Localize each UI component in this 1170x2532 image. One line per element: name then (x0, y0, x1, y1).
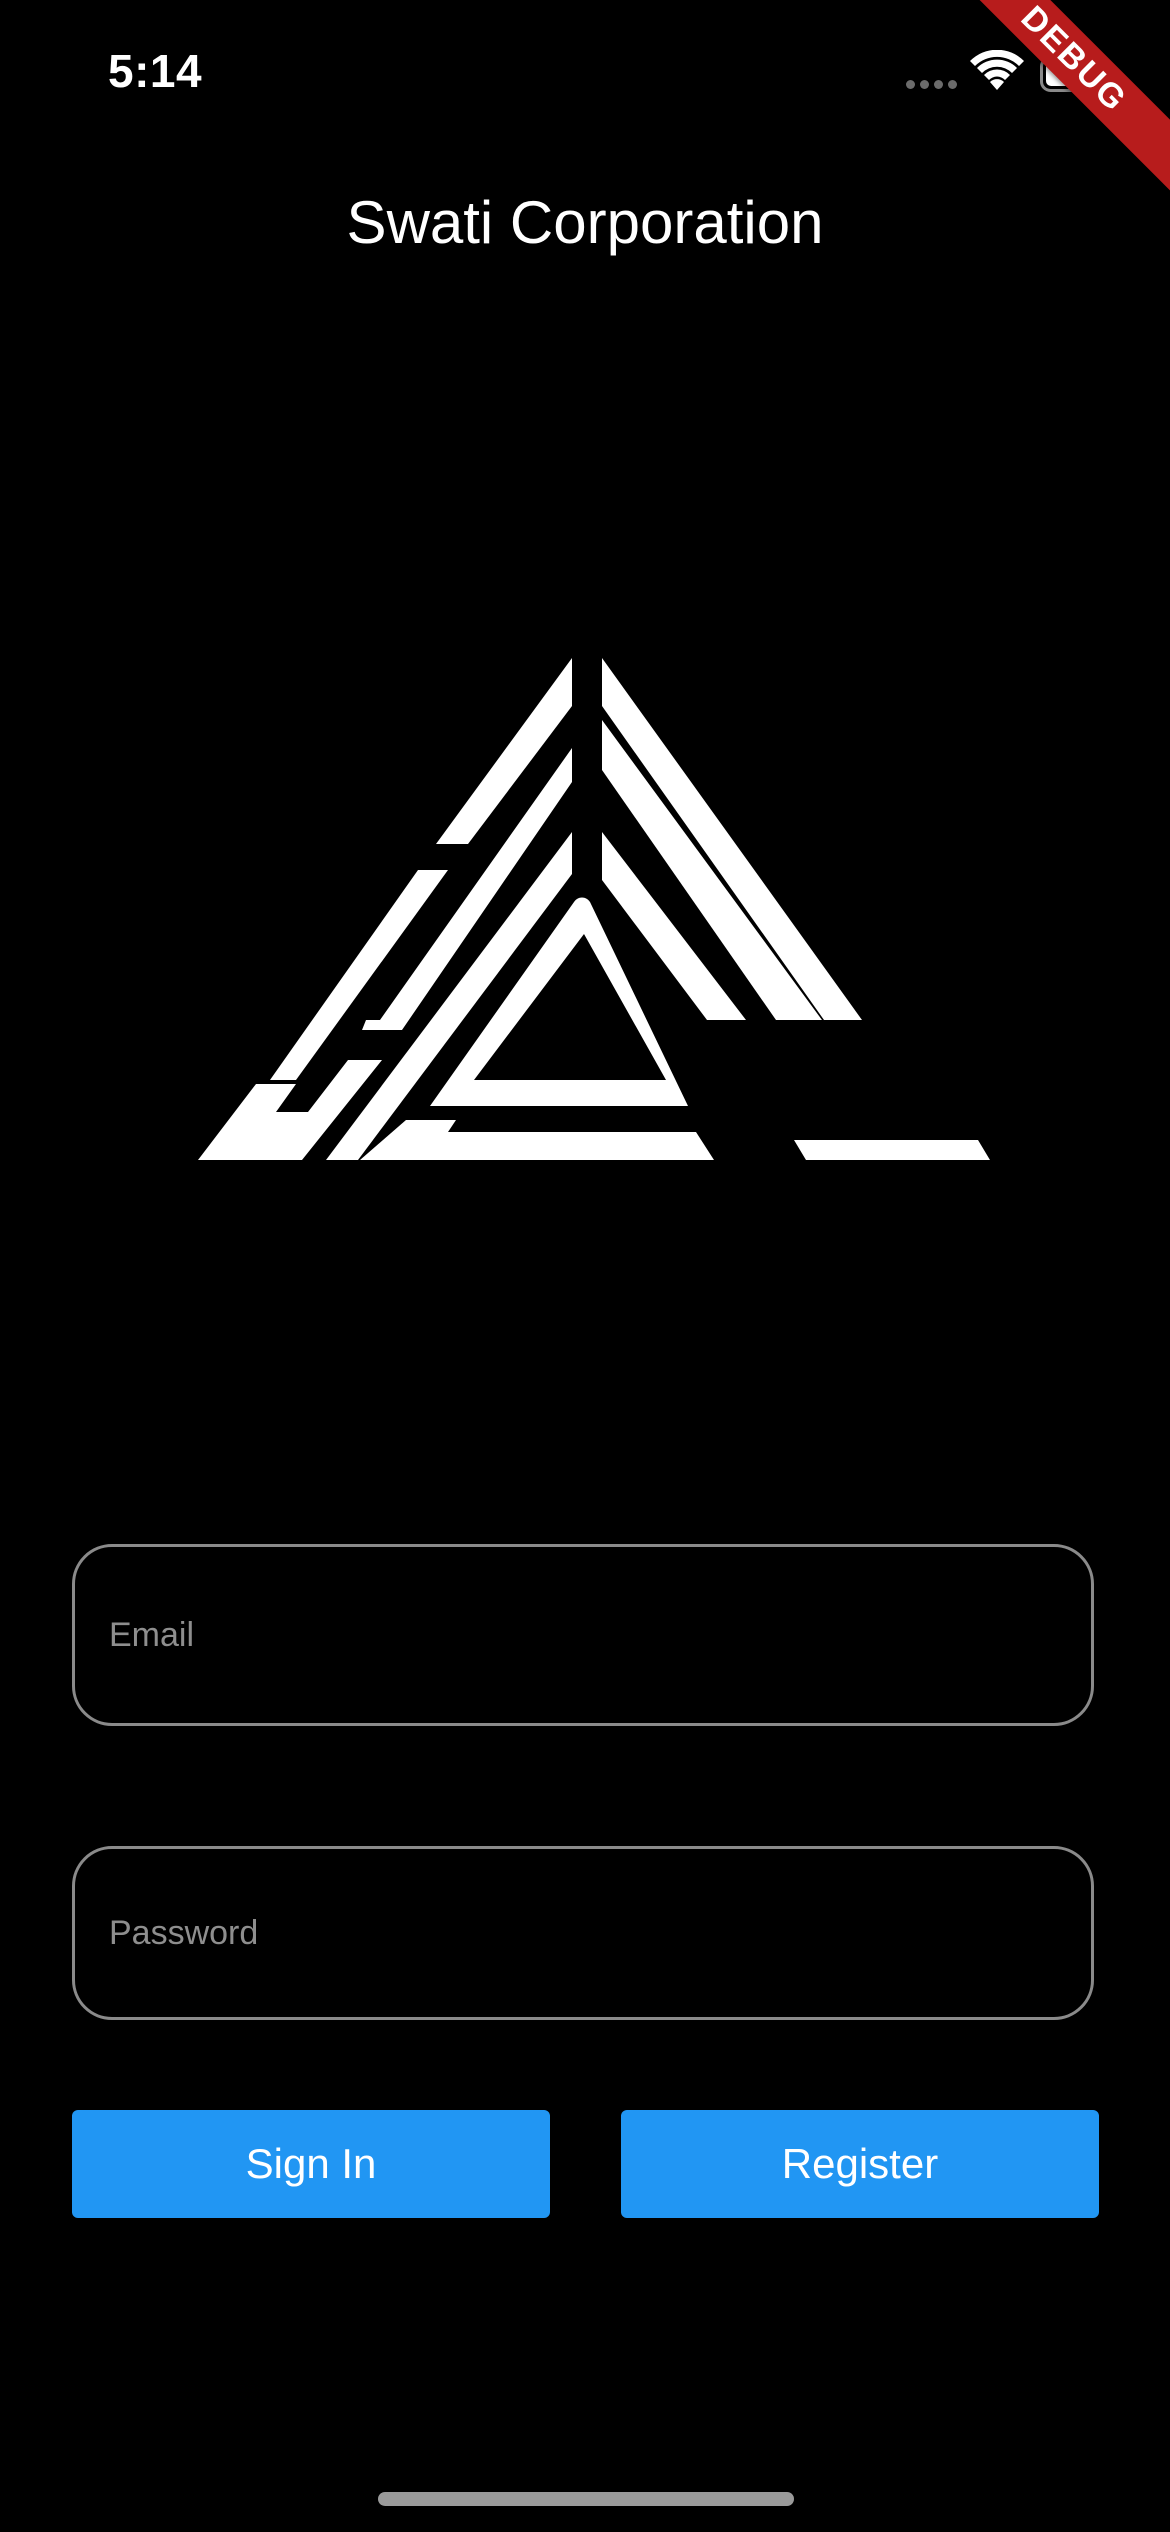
email-input[interactable] (109, 1547, 1057, 1723)
wifi-icon (970, 50, 1024, 90)
status-time: 5:14 (108, 45, 203, 97)
page-title: Swati Corporation (346, 189, 824, 256)
email-field[interactable] (72, 1544, 1094, 1726)
sign-in-button[interactable]: Sign In (72, 2110, 550, 2218)
triangle-maze-logo-icon (198, 658, 990, 1160)
debug-banner: DEBUG (929, 0, 1170, 204)
password-field[interactable] (72, 1846, 1094, 2020)
register-button[interactable]: Register (621, 2110, 1099, 2218)
password-input[interactable] (109, 1849, 1057, 2017)
signal-dots-icon (906, 80, 960, 90)
home-indicator[interactable] (378, 2492, 794, 2506)
